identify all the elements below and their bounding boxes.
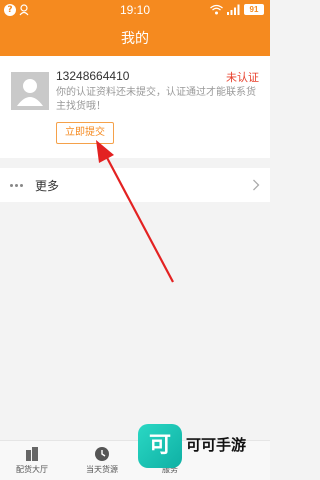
clock-icon (95, 447, 109, 461)
watermark: 可 可可手游 (138, 424, 270, 470)
nav-item-cargo-hall[interactable]: 配货大厅 (2, 441, 62, 480)
status-badge: 未认证 (226, 71, 259, 84)
status-bar: ? 19:10 91 (0, 0, 270, 22)
profile-card: 13248664410 未认证 你的认证资料还未提交，认证通过才能联系货主找货哦… (0, 56, 270, 158)
chevron-right-icon (253, 179, 260, 191)
user-icon (17, 79, 43, 106)
more-dots-icon (10, 184, 23, 187)
building-icon (26, 447, 38, 461)
battery-icon: 91 (244, 4, 264, 15)
nav-item-today-supply[interactable]: 当天货源 (72, 441, 132, 480)
submit-now-button[interactable]: 立即提交 (56, 122, 114, 144)
watermark-text: 可可手游 (186, 436, 247, 454)
avatar[interactable] (11, 72, 49, 110)
auth-notice: 你的认证资料还未提交，认证通过才能联系货主找货哦！ (56, 87, 256, 112)
signal-icon (227, 4, 240, 15)
watermark-logo: 可 (138, 424, 182, 468)
nav-label-cargo-hall: 配货大厅 (16, 465, 48, 474)
more-row[interactable]: 更多 (0, 168, 270, 202)
status-right: 91 (210, 4, 264, 15)
nav-label-today-supply: 当天货源 (86, 465, 118, 474)
phone-number: 13248664410 (56, 69, 130, 83)
wifi-icon (210, 4, 223, 15)
more-label: 更多 (35, 179, 60, 193)
page-title: 我的 (0, 22, 270, 56)
